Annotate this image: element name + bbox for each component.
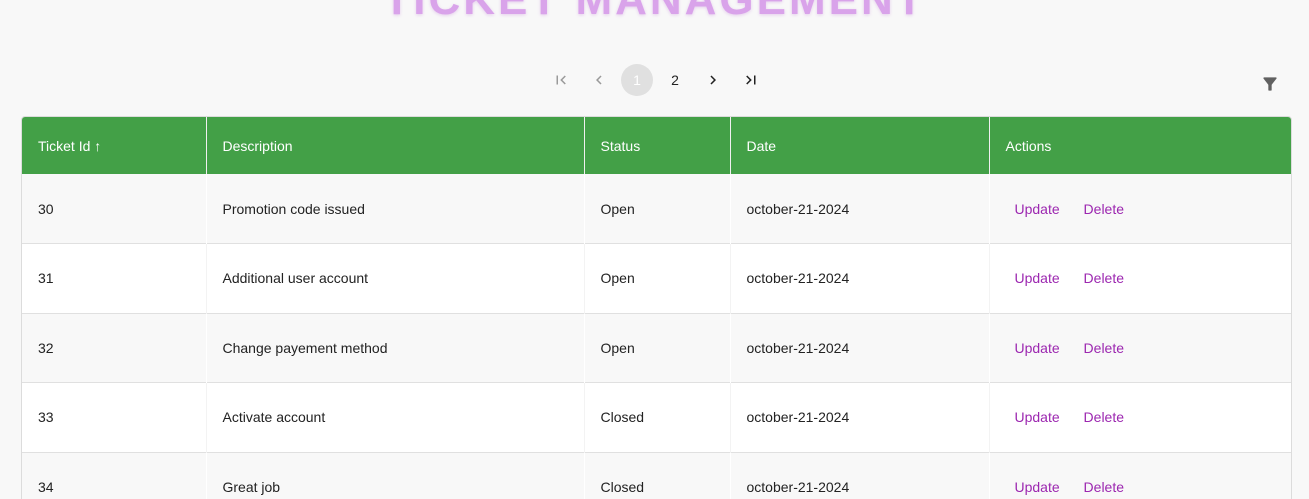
previous-page-button[interactable] bbox=[583, 64, 615, 96]
date-cell: october-21-2024 bbox=[730, 382, 990, 452]
description-cell: Great job bbox=[206, 452, 585, 499]
tickets-table: Ticket Id ↑ Description Status Date Acti… bbox=[21, 116, 1292, 499]
last-page-button[interactable] bbox=[735, 64, 767, 96]
table-row: 30 Promotion code issued Open october-21… bbox=[22, 174, 1291, 244]
actions-cell: Update Delete bbox=[989, 174, 1291, 244]
table-row: 31 Additional user account Open october-… bbox=[22, 243, 1291, 313]
page-title: TICKET MANAGEMENT bbox=[0, 0, 1309, 22]
table-header-row: Ticket Id ↑ Description Status Date Acti… bbox=[22, 117, 1291, 174]
update-button[interactable]: Update bbox=[1007, 403, 1068, 431]
actions-cell: Update Delete bbox=[989, 382, 1291, 452]
description-cell: Activate account bbox=[206, 382, 585, 452]
table-row: 34 Great job Closed october-21-2024 Upda… bbox=[22, 452, 1291, 499]
next-page-button[interactable] bbox=[697, 64, 729, 96]
description-cell: Promotion code issued bbox=[206, 174, 585, 244]
delete-button[interactable]: Delete bbox=[1076, 334, 1132, 362]
update-button[interactable]: Update bbox=[1007, 264, 1068, 292]
date-cell: october-21-2024 bbox=[730, 452, 990, 499]
description-cell: Additional user account bbox=[206, 243, 585, 313]
ticket-id-cell: 31 bbox=[22, 243, 207, 313]
status-cell: Open bbox=[584, 243, 731, 313]
delete-button[interactable]: Delete bbox=[1076, 264, 1132, 292]
date-cell: october-21-2024 bbox=[730, 313, 990, 383]
delete-button[interactable]: Delete bbox=[1076, 403, 1132, 431]
page-button-1[interactable]: 1 bbox=[621, 64, 653, 96]
update-button[interactable]: Update bbox=[1007, 473, 1068, 499]
actions-cell: Update Delete bbox=[989, 452, 1291, 499]
filter-icon bbox=[1263, 77, 1277, 91]
column-header-actions: Actions bbox=[1005, 137, 1052, 154]
pagination: 1 2 bbox=[545, 64, 773, 96]
actions-cell: Update Delete bbox=[989, 243, 1291, 313]
delete-button[interactable]: Delete bbox=[1076, 195, 1132, 223]
update-button[interactable]: Update bbox=[1007, 334, 1068, 362]
column-header-status[interactable]: Status bbox=[584, 117, 731, 174]
status-cell: Closed bbox=[584, 382, 731, 452]
date-cell: october-21-2024 bbox=[730, 174, 990, 244]
first-page-icon bbox=[556, 75, 566, 85]
status-cell: Open bbox=[584, 174, 731, 244]
update-button[interactable]: Update bbox=[1007, 195, 1068, 223]
column-header-description[interactable]: Description bbox=[206, 117, 585, 174]
chevron-left-icon bbox=[596, 75, 602, 85]
table-row: 33 Activate account Closed october-21-20… bbox=[22, 382, 1291, 452]
filter-button[interactable] bbox=[1258, 72, 1282, 96]
first-page-button[interactable] bbox=[545, 64, 577, 96]
ticket-id-cell: 34 bbox=[22, 452, 207, 499]
page-button-2[interactable]: 2 bbox=[659, 64, 691, 96]
delete-button[interactable]: Delete bbox=[1076, 473, 1132, 499]
column-header-date[interactable]: Date bbox=[730, 117, 990, 174]
date-cell: october-21-2024 bbox=[730, 243, 990, 313]
ticket-id-cell: 32 bbox=[22, 313, 207, 383]
column-header-ticket-id[interactable]: Ticket Id ↑ bbox=[22, 117, 207, 174]
status-cell: Closed bbox=[584, 452, 731, 499]
last-page-icon bbox=[746, 75, 756, 85]
actions-cell: Update Delete bbox=[989, 313, 1291, 383]
ticket-id-cell: 30 bbox=[22, 174, 207, 244]
description-cell: Change payement method bbox=[206, 313, 585, 383]
table-row: 32 Change payement method Open october-2… bbox=[22, 313, 1291, 383]
status-cell: Open bbox=[584, 313, 731, 383]
ticket-id-cell: 33 bbox=[22, 382, 207, 452]
chevron-right-icon bbox=[710, 75, 716, 85]
